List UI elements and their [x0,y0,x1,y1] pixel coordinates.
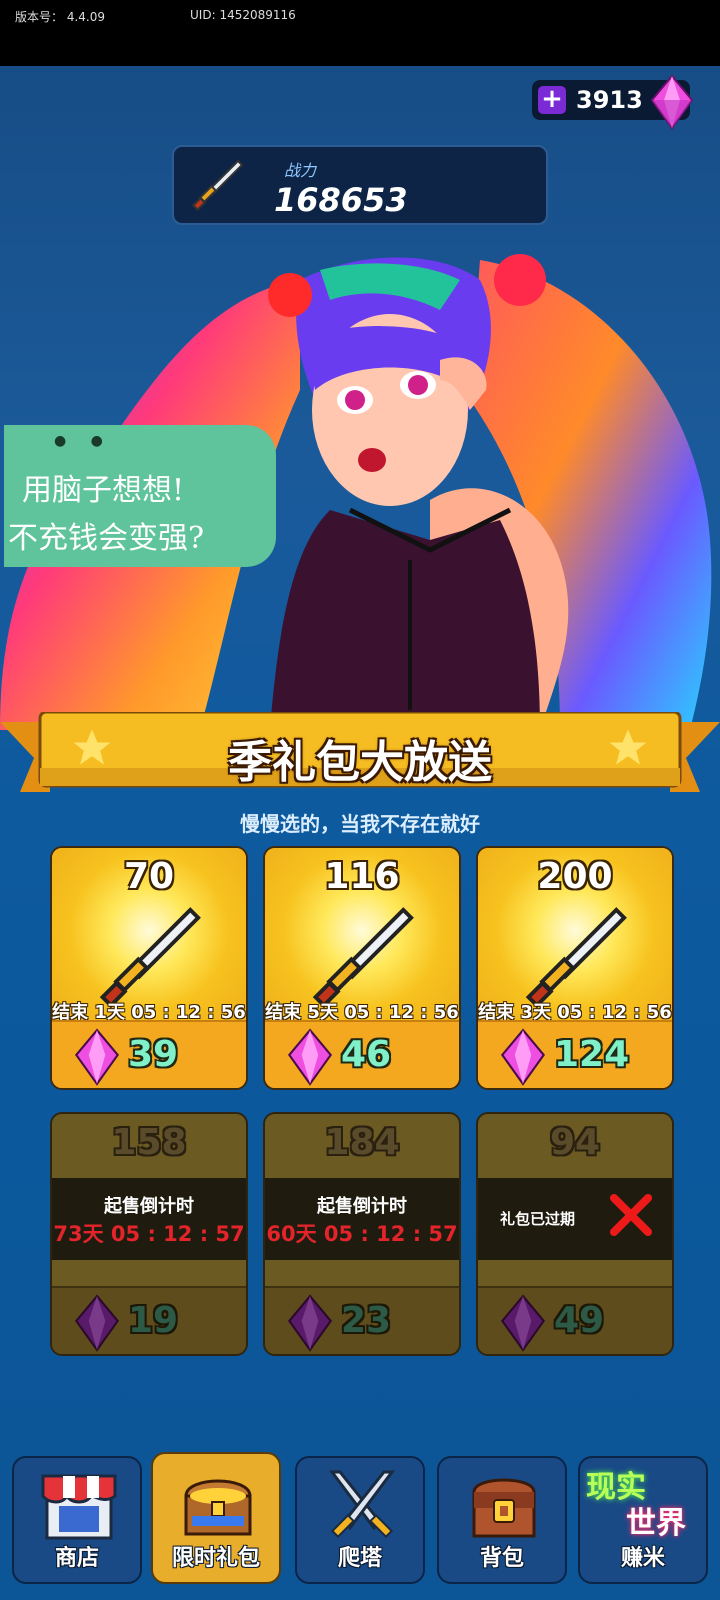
nav-backpack-label: 背包 [479,1546,524,1571]
combat-power-panel: 战力 168653 [172,145,548,225]
pack-amount: 200 [537,856,613,897]
nav-earn-label: 赚米 [620,1546,665,1571]
pack-price: 124 [554,1034,630,1075]
nav-backpack[interactable]: 背包 [437,1456,567,1584]
pack-price: 49 [554,1300,605,1341]
gem-currency: + 3913 [532,74,694,130]
gift-pack-card[interactable]: 116 结束 5天 05 : 12 : 56 46 [263,846,461,1090]
sword-icon [525,907,627,1009]
nav-earn[interactable]: 现实 世界 赚米 [578,1456,708,1584]
pack-price: 19 [128,1300,179,1341]
bottom-navigation: 商店 限时礼包 爬塔 背包 现实 世界 赚米 [0,1452,720,1600]
treasure-chest-icon [184,1479,252,1536]
nav-shop-label: 商店 [54,1546,99,1571]
nav-tower-label: 爬塔 [337,1546,382,1571]
sword-icon [99,907,201,1009]
pink-gem-icon [287,1028,333,1086]
gift-pack-card-expired: 94 礼包已过期 49 [476,1112,674,1356]
nav-shop[interactable]: 商店 [12,1456,142,1584]
pack-amount: 116 [324,856,400,897]
purple-gem-icon [74,1294,120,1352]
speech-line-1: 用脑子想想! [22,473,185,508]
gem-amount: 3913 [576,86,643,114]
purple-gem-icon [287,1294,333,1352]
pink-gem-icon [650,74,694,130]
season-banner: 季礼包大放送 [0,712,720,812]
purple-gem-icon [500,1294,546,1352]
power-label: 战力 [284,161,317,180]
pack-price: 46 [341,1034,392,1075]
sword-icon [191,159,244,212]
gift-pack-card[interactable]: 70 结束 1天 05 : 12 : 56 39 [50,846,248,1090]
countdown-title: 起售倒计时 [317,1196,407,1217]
status-bar: 版本号： 4.4.09 UID: 1452089116 [0,0,720,66]
pack-price: 23 [341,1300,392,1341]
banner-subtitle: 慢慢选的，当我不存在就好 [240,812,480,836]
banner-title: 季礼包大放送 [228,737,492,788]
pack-amount: 184 [324,1122,400,1163]
crossed-swords-icon [329,1470,395,1539]
neon-sign-line-2: 世界 [626,1506,686,1541]
countdown-title: 起售倒计时 [104,1196,194,1217]
shop-icon [41,1474,117,1540]
sale-countdown-overlay: 起售倒计时 73天 05 : 12 : 57 [52,1178,246,1260]
plus-icon[interactable]: + [538,86,566,114]
gift-pack-card[interactable]: 200 结束 3天 05 : 12 : 56 124 [476,846,674,1090]
sword-icon [312,907,414,1009]
uid-text: UID: 1452089116 [190,8,296,22]
sale-countdown-overlay: 起售倒计时 60天 05 : 12 : 57 [265,1178,459,1260]
nav-limited-pack[interactable]: 限时礼包 [151,1452,281,1584]
countdown-value: 73天 05 : 12 : 57 [53,1222,245,1246]
pack-amount: 158 [111,1122,187,1163]
speech-bubble: ● ● 用脑子想想! 不充钱会变强? [4,425,276,567]
speech-line-2: 不充钱会变强? [8,521,205,556]
close-icon [610,1194,652,1236]
gift-pack-card-upcoming: 184 起售倒计时 60天 05 : 12 : 57 23 [263,1112,461,1356]
power-value: 168653 [274,181,408,219]
version-text: 版本号： 4.4.09 [15,10,106,24]
pack-amount: 94 [549,1122,601,1163]
pack-price: 39 [128,1034,179,1075]
nav-limited-pack-label: 限时礼包 [171,1546,260,1571]
expired-overlay: 礼包已过期 [478,1178,672,1260]
pack-amount: 70 [123,856,175,897]
gift-pack-card-upcoming: 158 起售倒计时 73天 05 : 12 : 57 19 [50,1112,248,1356]
countdown-value: 60天 05 : 12 : 57 [266,1222,458,1246]
expired-text: 礼包已过期 [500,1210,576,1228]
backpack-icon [472,1478,536,1538]
face-icon: ● ● [54,433,113,449]
pink-gem-icon [74,1028,120,1086]
nav-tower[interactable]: 爬塔 [295,1456,425,1584]
pink-gem-icon [500,1028,546,1086]
